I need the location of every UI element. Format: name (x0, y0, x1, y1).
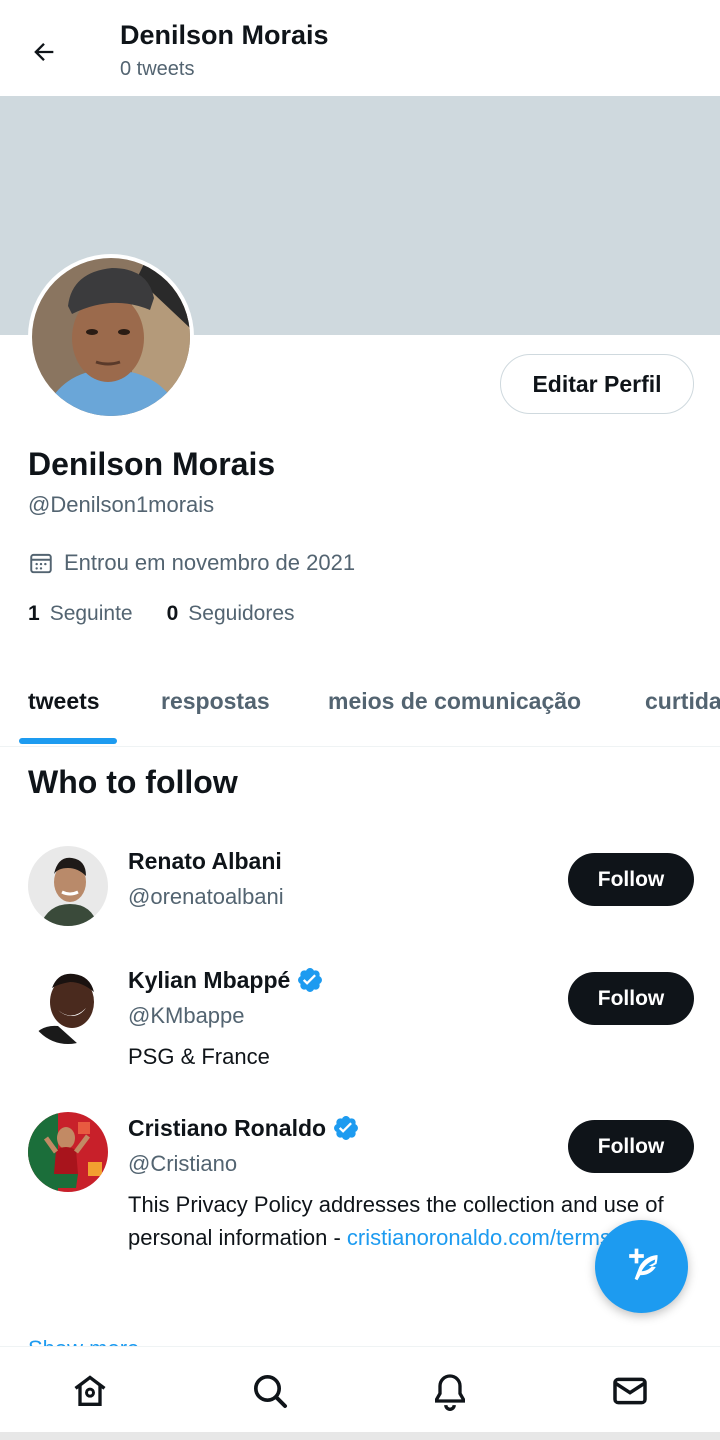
back-button[interactable] (26, 34, 62, 70)
tab-tweets[interactable]: tweets (28, 688, 100, 715)
nav-search[interactable] (250, 1371, 290, 1411)
suggestion-name-text: Kylian Mbappé (128, 966, 291, 993)
profile-avatar[interactable] (28, 254, 194, 420)
follow-button[interactable]: Follow (568, 1120, 694, 1173)
nav-messages[interactable] (610, 1371, 650, 1411)
following-label: Seguinte (49, 602, 133, 625)
suggestion-handle: @Cristiano (128, 1151, 238, 1176)
suggestion-name-text: Cristiano Ronaldo (128, 1114, 327, 1141)
follow-stats: 1 Seguinte 0 Seguidores (28, 602, 329, 626)
suggestion-bio: PSG & France (128, 1044, 270, 1069)
edit-profile-button[interactable]: Editar Perfil (500, 354, 694, 414)
suggestion-name[interactable]: Kylian Mbappé (128, 966, 324, 994)
suggestion-handle: @orenatoalbani (128, 884, 284, 909)
top-header: Denilson Morais 0 tweets (0, 0, 720, 96)
messages-envelope-icon (613, 1377, 647, 1405)
avatar[interactable] (28, 964, 108, 1044)
tab-likes[interactable]: curtidas (645, 688, 720, 715)
compose-tweet-icon (628, 1248, 658, 1280)
suggestion-name[interactable]: Cristiano Ronaldo (128, 1114, 360, 1142)
suggestion-name[interactable]: Renato Albani (128, 848, 282, 875)
tab-media[interactable]: meios de comunicação (328, 688, 581, 715)
bio-link[interactable]: cristianoronaldo.com/terms (347, 1225, 611, 1250)
followers-count: 0 (166, 602, 179, 625)
search-icon (254, 1375, 287, 1408)
verified-badge-icon (334, 1116, 359, 1140)
bottom-navigation (0, 1346, 720, 1432)
suggestion-name-text: Renato Albani (128, 848, 282, 874)
bottom-edge (0, 1432, 720, 1440)
following-count: 1 (28, 602, 40, 625)
nav-notifications[interactable] (430, 1371, 470, 1411)
who-to-follow-title: Who to follow (28, 764, 238, 800)
header-title: Denilson Morais (120, 20, 329, 50)
arrow-left-icon (34, 43, 54, 61)
suggestion-handle: @KMbappe (128, 1003, 245, 1028)
home-icon (74, 1375, 106, 1406)
follow-button[interactable]: Follow (568, 853, 694, 906)
header-tweet-count: 0 tweets (120, 58, 195, 80)
profile-name: Denilson Morais (28, 446, 276, 482)
avatar-image (32, 258, 190, 416)
avatar[interactable] (28, 846, 108, 926)
compose-tweet-button[interactable] (595, 1220, 688, 1313)
followers-link[interactable]: 0 Seguidores (167, 602, 295, 626)
suggestion-bio: This Privacy Policy addresses the collec… (128, 1188, 676, 1254)
notifications-bell-icon (435, 1374, 465, 1411)
follow-button[interactable]: Follow (568, 972, 694, 1025)
followers-label: Seguidores (188, 602, 295, 625)
joined-date: Entrou em novembro de 2021 (28, 550, 355, 576)
calendar-icon (30, 553, 52, 574)
avatar[interactable] (28, 1112, 108, 1192)
following-link[interactable]: 1 Seguinte (28, 602, 133, 626)
profile-handle: @Denilson1morais (28, 492, 215, 517)
nav-home[interactable] (70, 1371, 110, 1411)
tab-replies[interactable]: respostas (161, 688, 270, 715)
verified-badge-icon (298, 968, 323, 992)
active-tab-indicator (19, 738, 117, 744)
joined-text: Entrou em novembro de 2021 (64, 550, 356, 575)
profile-tabs: tweets respostas meios de comunicação cu… (0, 660, 720, 747)
